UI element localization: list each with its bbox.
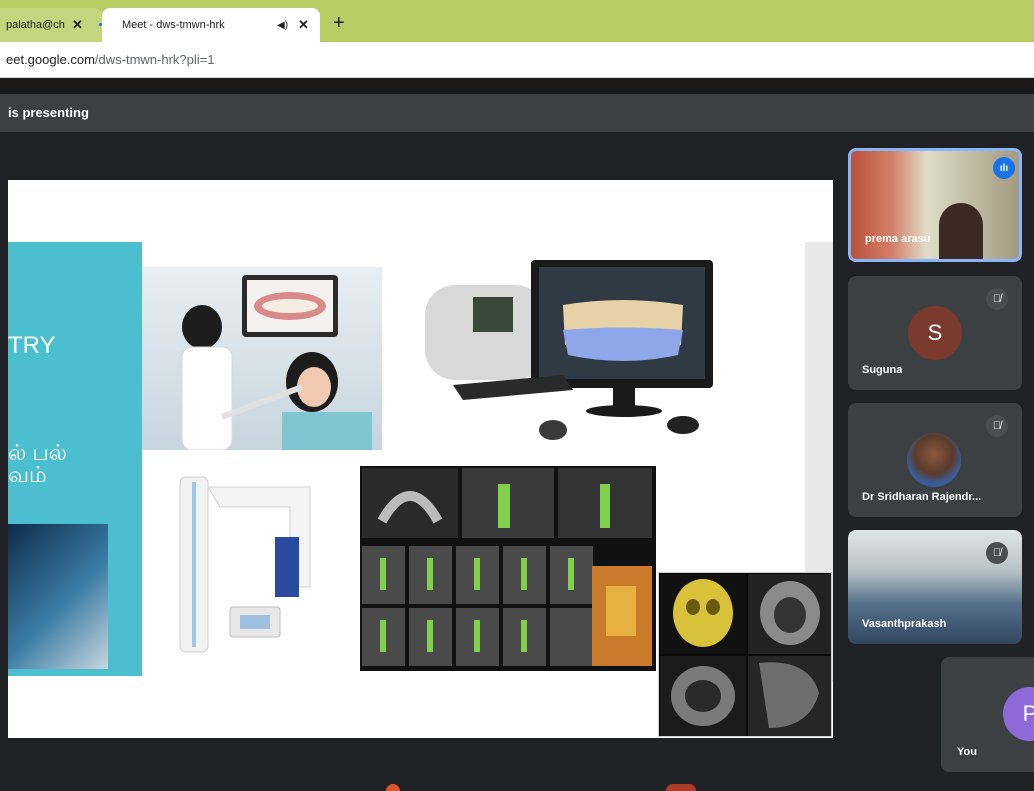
slide-tamil-line-2: வம்	[8, 462, 47, 487]
slide-title-panel: TRY ல் பல் வம்	[8, 242, 142, 676]
browser-tab-meet[interactable]: Meet - dws-tmwn-hrk ◀) ✕	[99, 8, 320, 42]
browser-tab-gmail[interactable]: palatha@ch ✕	[0, 8, 102, 42]
slide-tamil-line-1: ல் பல்	[8, 440, 68, 465]
slide-title-text: TRY	[8, 332, 56, 359]
participant-tile[interactable]: 🎙̸ Vasanthprakash	[848, 530, 1022, 644]
tab-title: palatha@ch	[6, 19, 65, 31]
toolbar-gap	[0, 78, 1034, 94]
address-bar[interactable]: eet.google.com/dws-tmwn-hrk?pli=1	[0, 42, 1034, 78]
avatar: P	[1003, 687, 1034, 741]
participant-tile[interactable]: 🎙̸ Dr Sridharan Rajendr...	[848, 403, 1022, 517]
shared-slide: TRY ல் பல் வம்	[8, 180, 833, 738]
self-view-tile[interactable]: P You	[941, 657, 1034, 772]
url-host: eet.google.com	[6, 52, 95, 67]
mic-off-icon: 🎙̸	[986, 542, 1008, 564]
digital-tech-image	[8, 524, 108, 669]
tab-favicon-icon	[99, 23, 102, 26]
tab-close-icon[interactable]: ✕	[72, 17, 83, 33]
participant-name: prema arasu	[865, 233, 931, 245]
mic-off-icon: 🎙̸	[986, 288, 1008, 310]
avatar	[907, 433, 961, 487]
tab-title: Meet - dws-tmwn-hrk	[122, 19, 225, 31]
control-bar-edge	[386, 784, 400, 791]
mic-off-icon: 🎙̸	[986, 415, 1008, 437]
participant-tile[interactable]: 🎙̸ S Suguna	[848, 276, 1022, 390]
participant-name: You	[957, 746, 977, 758]
participant-name: Vasanthprakash	[862, 618, 947, 630]
cbct-machine-photo	[160, 467, 340, 657]
tab-close-icon[interactable]: ✕	[298, 17, 309, 33]
url-path: /dws-tmwn-hrk?pli=1	[94, 52, 215, 67]
browser-tab-strip: palatha@ch ✕ Meet - dws-tmwn-hrk ◀) ✕ +	[0, 0, 1034, 42]
presenting-text: is presenting	[8, 105, 89, 120]
presenting-banner: is presenting	[0, 94, 1034, 132]
participant-name: Suguna	[862, 364, 903, 376]
participant-name: Dr Sridharan Rajendr...	[862, 491, 982, 503]
dental-scan-grid	[360, 466, 656, 671]
participant-video	[939, 203, 983, 259]
avatar: S	[908, 306, 962, 360]
tab-audio-icon[interactable]: ◀)	[277, 20, 288, 31]
participant-tile[interactable]: ılı prema arasu	[848, 148, 1022, 262]
intraoral-scanner-photo	[413, 255, 718, 445]
control-bar-edge	[666, 784, 696, 791]
skull-ct-views	[658, 572, 832, 737]
slide-tamil-text: ல் பல் வம்	[8, 442, 67, 486]
new-tab-button[interactable]: +	[333, 12, 345, 35]
speaking-indicator-icon: ılı	[993, 157, 1015, 179]
dentist-patient-photo	[142, 267, 382, 450]
